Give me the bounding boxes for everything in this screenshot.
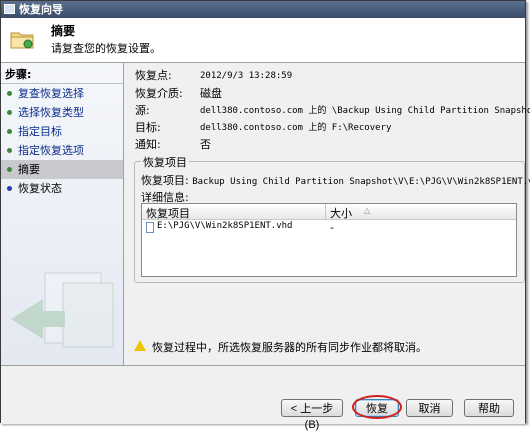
step-done-icon bbox=[7, 148, 12, 153]
steps-pane: 步骤: 复查恢复选择 选择恢复类型 指定目标 指定恢复选项 摘要 恢复状态 bbox=[1, 63, 124, 365]
sort-arrow-icon: △ bbox=[364, 206, 371, 215]
help-button[interactable]: 帮助 bbox=[464, 399, 514, 417]
recovery-item-value: Backup Using Child Partition Snapshot\V\… bbox=[192, 177, 530, 187]
step-summary[interactable]: 摘要 bbox=[1, 160, 123, 179]
step-label: 复查恢复选择 bbox=[18, 87, 84, 100]
column-divider[interactable] bbox=[325, 204, 326, 219]
media-row: 恢复介质: 磁盘 bbox=[135, 86, 525, 102]
column-header-size[interactable]: 大小 bbox=[330, 205, 352, 221]
file-size: - bbox=[330, 221, 334, 234]
back-button[interactable]: < 上一步(B) bbox=[281, 399, 343, 431]
title-bar[interactable]: 恢复向导 bbox=[1, 1, 525, 18]
recovery-item-label: 恢复项目: bbox=[141, 174, 189, 187]
recovery-point-label: 恢复点: bbox=[135, 69, 172, 82]
step-label: 摘要 bbox=[18, 163, 40, 176]
column-header-item[interactable]: 恢复项目 bbox=[146, 205, 190, 221]
recovery-point-value: 2012/9/3 13:28:59 bbox=[200, 71, 293, 81]
step-status: 恢复状态 bbox=[1, 179, 123, 198]
steps-title: 步骤: bbox=[1, 63, 123, 84]
table-row[interactable]: E:\PJG\V\Win2k8SP1ENT.vhd - bbox=[142, 221, 516, 235]
step-current-icon bbox=[7, 167, 12, 172]
step-recovery-type[interactable]: 选择恢复类型 bbox=[1, 103, 123, 122]
file-name: E:\PJG\V\Win2k8SP1ENT.vhd bbox=[157, 221, 293, 231]
target-value: dell380.contoso.com 上的 F:\Recovery bbox=[200, 123, 392, 133]
step-review-selection[interactable]: 复查恢复选择 bbox=[1, 84, 123, 103]
window-title: 恢复向导 bbox=[19, 3, 63, 16]
recovery-item-line: 恢复项目: Backup Using Child Partition Snaps… bbox=[141, 172, 530, 188]
step-done-icon bbox=[7, 91, 12, 96]
step-pending-icon bbox=[7, 186, 12, 191]
wizard-header: 摘要 请复查您的恢复设置。 bbox=[1, 18, 525, 63]
step-done-icon bbox=[7, 129, 12, 134]
step-label: 选择恢复类型 bbox=[18, 106, 84, 119]
source-label: 源: bbox=[135, 104, 150, 117]
source-value: dell380.contoso.com 上的 \Backup Using Chi… bbox=[200, 106, 530, 116]
step-target[interactable]: 指定目标 bbox=[1, 122, 123, 141]
recover-button[interactable]: 恢复 bbox=[355, 399, 399, 417]
target-row: 目标: dell380.contoso.com 上的 F:\Recovery bbox=[135, 120, 525, 136]
listview-header: 恢复项目 大小 △ bbox=[142, 204, 516, 220]
step-label: 指定恢复选项 bbox=[18, 144, 84, 157]
source-row: 源: dell380.contoso.com 上的 \Backup Using … bbox=[135, 103, 530, 119]
notify-value: 否 bbox=[200, 138, 211, 151]
target-label: 目标: bbox=[135, 121, 161, 134]
button-bar: < 上一步(B) 恢复 取消 帮助 bbox=[1, 365, 525, 431]
app-icon bbox=[4, 4, 15, 14]
notify-label: 通知: bbox=[135, 138, 161, 151]
notify-row: 通知: 否 bbox=[135, 137, 525, 153]
recovery-point-row: 恢复点: 2012/9/3 13:28:59 bbox=[135, 68, 525, 84]
recovery-items-group: 恢复项目 恢复项目: Backup Using Child Partition … bbox=[134, 154, 530, 283]
warning-text: 恢复过程中，所选恢复服务器的所有同步作业都将取消。 bbox=[152, 341, 427, 354]
summary-content: 恢复点: 2012/9/3 13:28:59 恢复介质: 磁盘 源: dell3… bbox=[124, 63, 530, 365]
step-label: 指定目标 bbox=[18, 125, 62, 138]
page-subtitle: 请复查您的恢复设置。 bbox=[51, 42, 161, 55]
warning-icon bbox=[134, 340, 146, 351]
file-icon bbox=[146, 222, 154, 233]
group-legend: 恢复项目 bbox=[141, 154, 189, 170]
recovery-wizard-window: 恢复向导 摘要 请复查您的恢复设置。 步骤: 复查恢复选择 选择恢复类型 指定目… bbox=[0, 0, 530, 431]
step-options[interactable]: 指定恢复选项 bbox=[1, 141, 123, 160]
recovery-watermark-icon bbox=[11, 272, 114, 348]
page-title: 摘要 bbox=[51, 24, 76, 38]
media-label: 恢复介质: bbox=[135, 87, 183, 100]
step-done-icon bbox=[7, 110, 12, 115]
details-listview[interactable]: 恢复项目 大小 △ E:\PJG\V\Win2k8SP1ENT.vhd - bbox=[141, 203, 517, 277]
folder-icon bbox=[10, 32, 34, 49]
step-label: 恢复状态 bbox=[18, 182, 62, 195]
cancel-button[interactable]: 取消 bbox=[406, 399, 453, 417]
media-value: 磁盘 bbox=[200, 87, 222, 100]
